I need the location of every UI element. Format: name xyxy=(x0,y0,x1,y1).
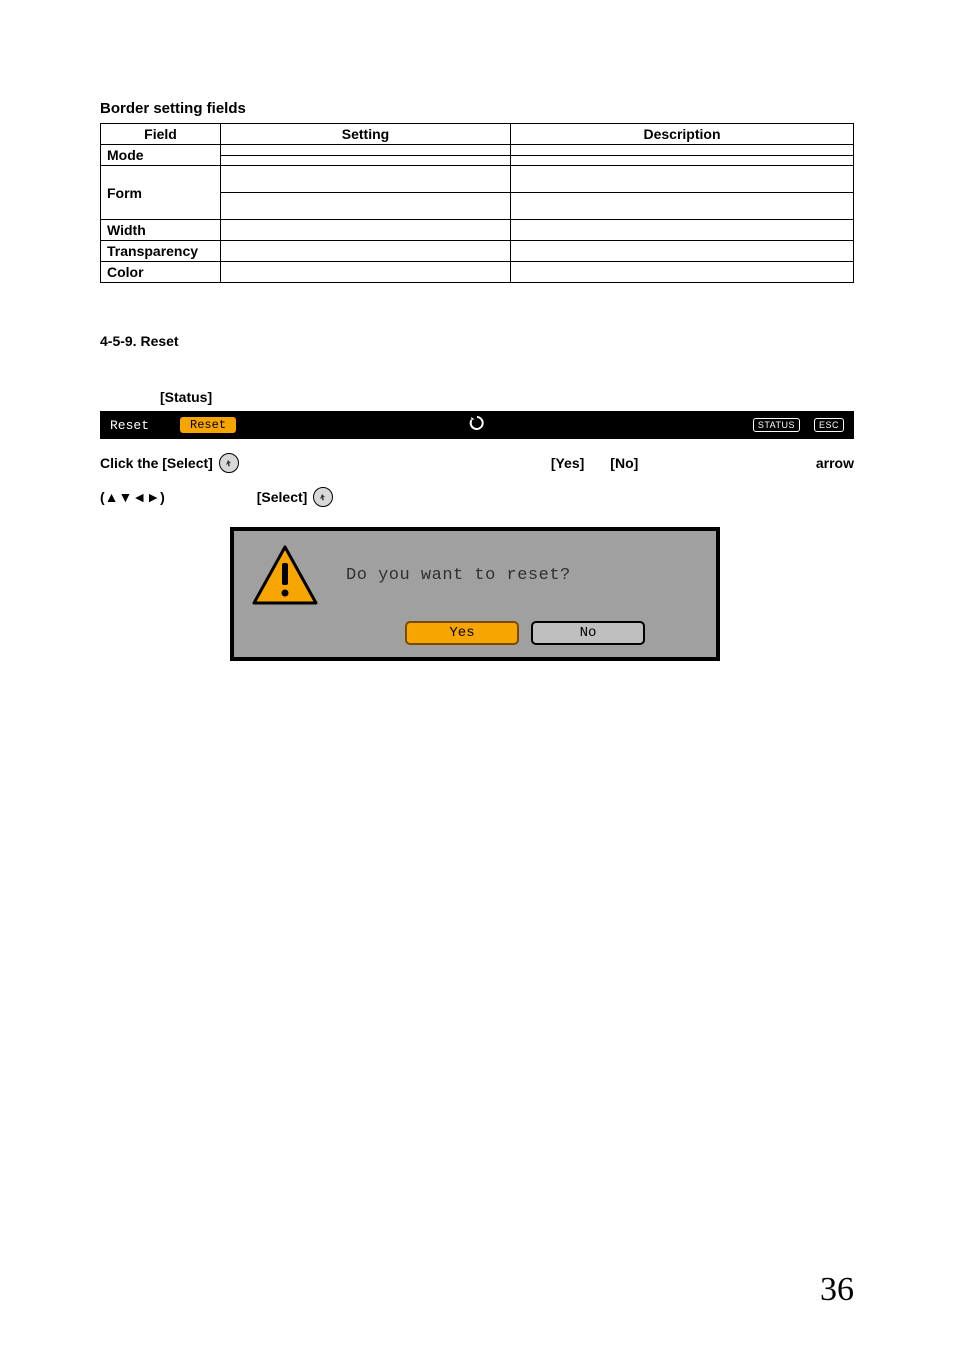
subsection-heading: 4-5-9. Reset xyxy=(100,333,854,349)
instr-yes: [Yes] xyxy=(551,455,584,471)
instr-text: Click the [Select] xyxy=(100,455,213,471)
table-row: Transparency xyxy=(101,241,854,262)
field-transparency: Transparency xyxy=(101,241,221,262)
cell-description xyxy=(511,145,854,156)
cell-description xyxy=(511,262,854,283)
cell-description xyxy=(511,155,854,166)
osd-bar: Reset Reset STATUS ESC xyxy=(100,411,854,439)
dialog-no-button[interactable]: No xyxy=(531,621,645,645)
th-description: Description xyxy=(511,124,854,145)
cell-setting xyxy=(221,262,511,283)
osd-title: Reset xyxy=(110,418,149,433)
select-icon xyxy=(219,453,239,473)
instr-select-label: [Select] xyxy=(257,489,308,505)
instruction-line-2: (▲▼◄►) [Select] xyxy=(100,487,854,507)
th-field: Field xyxy=(101,124,221,145)
instruction-line-1: Click the [Select] [Yes] [No] arrow xyxy=(100,453,854,473)
field-width: Width xyxy=(101,220,221,241)
status-label: [Status] xyxy=(160,389,854,405)
cell-setting xyxy=(221,155,511,166)
cell-setting xyxy=(221,241,511,262)
field-color: Color xyxy=(101,262,221,283)
cell-setting xyxy=(221,193,511,220)
cell-setting xyxy=(221,145,511,156)
cell-setting xyxy=(221,220,511,241)
cell-description xyxy=(511,193,854,220)
arrow-keys-icon: (▲▼◄►) xyxy=(100,489,165,505)
field-form: Form xyxy=(101,166,221,220)
warning-icon xyxy=(252,545,318,605)
table-row: Form xyxy=(101,166,854,193)
esc-badge[interactable]: ESC xyxy=(814,418,844,432)
dialog-yes-button[interactable]: Yes xyxy=(405,621,519,645)
instr-arrow-word: arrow xyxy=(816,455,854,471)
select-icon xyxy=(313,487,333,507)
reset-arrow-icon xyxy=(469,415,485,436)
th-setting: Setting xyxy=(221,124,511,145)
table-row: Width xyxy=(101,220,854,241)
cell-description xyxy=(511,220,854,241)
table-row: Color xyxy=(101,262,854,283)
field-mode: Mode xyxy=(101,145,221,166)
status-badge[interactable]: STATUS xyxy=(753,418,800,432)
osd-reset-chip[interactable]: Reset xyxy=(179,416,237,434)
table-row: Mode xyxy=(101,145,854,156)
dialog-message: Do you want to reset? xyxy=(346,566,571,585)
section-title: Border setting fields xyxy=(100,100,854,117)
cell-description xyxy=(511,241,854,262)
reset-confirm-dialog: Do you want to reset? Yes No xyxy=(230,527,720,661)
cell-description xyxy=(511,166,854,193)
instr-no: [No] xyxy=(610,455,638,471)
border-setting-table: Field Setting Description Mode Form xyxy=(100,123,854,283)
cell-setting xyxy=(221,166,511,193)
page-number: 36 xyxy=(820,1271,854,1309)
